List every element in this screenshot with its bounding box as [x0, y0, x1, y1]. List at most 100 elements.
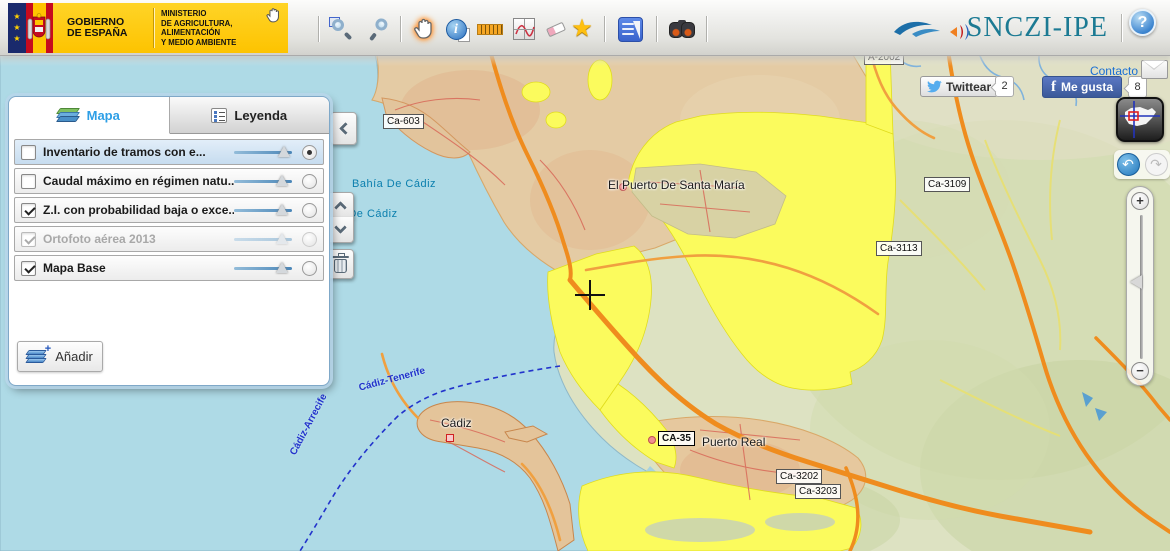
mail-envelope-icon[interactable] — [1141, 60, 1168, 79]
layer-radio[interactable] — [302, 260, 317, 276]
gobierno-de-espana-label: GOBIERNO DE ESPAÑA — [67, 15, 128, 39]
binoculars-icon — [669, 20, 695, 38]
toolbar-separator — [706, 16, 707, 42]
tab-mapa-label: Mapa — [86, 107, 120, 123]
legend-list-icon — [211, 107, 228, 123]
layer-move-down-button[interactable] — [327, 217, 354, 243]
opacity-slider[interactable] — [234, 145, 292, 159]
layer-label: Inventario de tramos con e... — [43, 145, 206, 159]
flag-yellow-stripe — [27, 3, 51, 53]
opacity-slider-thumb[interactable] — [276, 204, 288, 215]
tweet-button-label: Twittear — [946, 79, 992, 94]
layer-move-up-button[interactable] — [327, 192, 354, 218]
layer-row-mapa-base: Mapa Base — [14, 255, 324, 281]
layer-radio[interactable] — [302, 202, 317, 218]
toolbar-separator — [318, 16, 319, 42]
panel-collapse-button[interactable] — [330, 112, 357, 145]
map-crosshair-cursor — [575, 280, 605, 310]
twitter-bird-icon — [927, 80, 942, 93]
snczi-ipe-viewer: Bahía De Cádiz Golfo De Cádiz El Puerto … — [0, 0, 1170, 551]
eraser-icon — [545, 21, 567, 37]
opacity-slider — [234, 232, 292, 246]
layer-label: Mapa Base — [43, 261, 106, 275]
delete-layer-button[interactable] — [327, 249, 354, 279]
opacity-slider[interactable] — [234, 261, 292, 275]
identify-tool-button[interactable]: i — [440, 13, 472, 45]
layer-radio[interactable] — [302, 144, 317, 160]
undo-button[interactable]: ↶ — [1116, 153, 1140, 176]
toolbar-separator — [400, 16, 401, 42]
pan-hand-icon — [414, 18, 432, 39]
wave-logo-icon — [894, 21, 940, 37]
zoom-out-icon — [366, 17, 391, 42]
spain-coat-of-arms — [27, 13, 51, 40]
layer-label: Ortofoto aérea 2013 — [43, 232, 156, 246]
toolbar-separator — [656, 16, 657, 42]
opacity-slider[interactable] — [234, 203, 292, 217]
zoom-in-button[interactable]: + — [1131, 192, 1149, 210]
zoom-in-tool-button[interactable] — [326, 13, 358, 45]
like-count-badge: 8 — [1128, 76, 1147, 98]
chevron-down-icon — [334, 221, 347, 234]
layer-radio[interactable] — [302, 173, 317, 189]
spain-overview-icon — [1120, 101, 1160, 138]
profile-graph-icon — [513, 18, 535, 40]
tab-leyenda[interactable]: Leyenda — [169, 97, 329, 133]
add-layer-button[interactable]: + Añadir — [17, 341, 103, 372]
layer-checkbox[interactable] — [21, 202, 36, 218]
opacity-slider-thumb[interactable] — [278, 146, 290, 157]
layer-checkbox[interactable] — [21, 260, 36, 276]
layer-checkbox[interactable] — [21, 144, 36, 160]
government-logo[interactable]: ★ ★ ★ GOBIERNO DE ESPAÑA MINISTERIO DE AGR… — [8, 3, 288, 53]
zoom-out-button[interactable]: − — [1131, 362, 1149, 380]
zoom-slider-thumb[interactable] — [1130, 275, 1142, 289]
layer-checkbox — [21, 231, 36, 247]
zoom-out-tool-button[interactable] — [362, 13, 394, 45]
overview-map-button[interactable] — [1116, 97, 1164, 142]
dam-icon — [617, 16, 643, 42]
info-icon: i — [445, 18, 470, 42]
layer-row-ortofoto: Ortofoto aérea 2013 — [14, 226, 324, 252]
ministry-banner: GOBIERNO DE ESPAÑA MINISTERIO DE AGRICUL… — [53, 3, 288, 53]
tab-mapa[interactable]: Mapa — [9, 97, 170, 134]
panel-tab-bar: Mapa Leyenda — [9, 97, 329, 134]
tab-leyenda-label: Leyenda — [234, 107, 288, 123]
app-title: SNCZI-IPE — [966, 12, 1108, 43]
contact-link[interactable]: Contacto — [1090, 64, 1138, 78]
redo-button: ↷ — [1144, 153, 1168, 176]
map-layers-icon — [55, 108, 80, 122]
layer-label: Caudal máximo en régimen natu... — [43, 174, 234, 188]
pan-tool-button[interactable] — [408, 13, 440, 45]
add-layers-icon: + — [25, 343, 51, 364]
chevron-up-icon — [334, 200, 347, 214]
eu-stars-band: ★ ★ ★ — [8, 3, 26, 53]
opacity-slider[interactable] — [234, 174, 292, 188]
search-tool-button[interactable] — [666, 13, 698, 45]
favorites-tool-button[interactable]: ★ — [566, 13, 598, 45]
history-controls: ↶ ↷ — [1114, 150, 1170, 179]
layer-row-zi-probabilidad: Z.I. con probabilidad baja o exce... — [14, 197, 324, 223]
tweet-button[interactable]: Twittear — [920, 76, 999, 97]
layer-checkbox[interactable] — [21, 173, 36, 189]
chevron-left-icon — [338, 122, 352, 135]
layer-row-caudal: Caudal máximo en régimen natu... — [14, 168, 324, 194]
trash-icon — [332, 252, 349, 273]
facebook-f-icon: f — [1051, 78, 1056, 95]
facebook-like-button[interactable]: f Me gusta — [1042, 76, 1123, 98]
like-button-label: Me gusta — [1061, 80, 1114, 94]
measure-tool-button[interactable] — [474, 13, 506, 45]
layer-list: Inventario de tramos con e... Caudal máx… — [9, 134, 329, 281]
tweet-count-badge: 2 — [995, 76, 1014, 97]
help-button[interactable]: ? — [1129, 9, 1156, 36]
opacity-slider-thumb[interactable] — [276, 175, 288, 186]
layer-label: Z.I. con probabilidad baja o exce... — [43, 203, 234, 217]
toolbar-separator — [604, 16, 605, 42]
layer-row-inventario: Inventario de tramos con e... — [14, 139, 324, 165]
layer-panel: Mapa Leyenda Inventario de tramos con e.… — [8, 96, 330, 386]
dam-viewer-tool-button[interactable] — [614, 13, 646, 45]
opacity-slider-thumb[interactable] — [276, 262, 288, 273]
profile-tool-button[interactable] — [508, 13, 540, 45]
opacity-slider-thumb — [276, 233, 288, 244]
puerto-real-city-dot — [648, 436, 656, 444]
layer-radio — [302, 231, 317, 247]
